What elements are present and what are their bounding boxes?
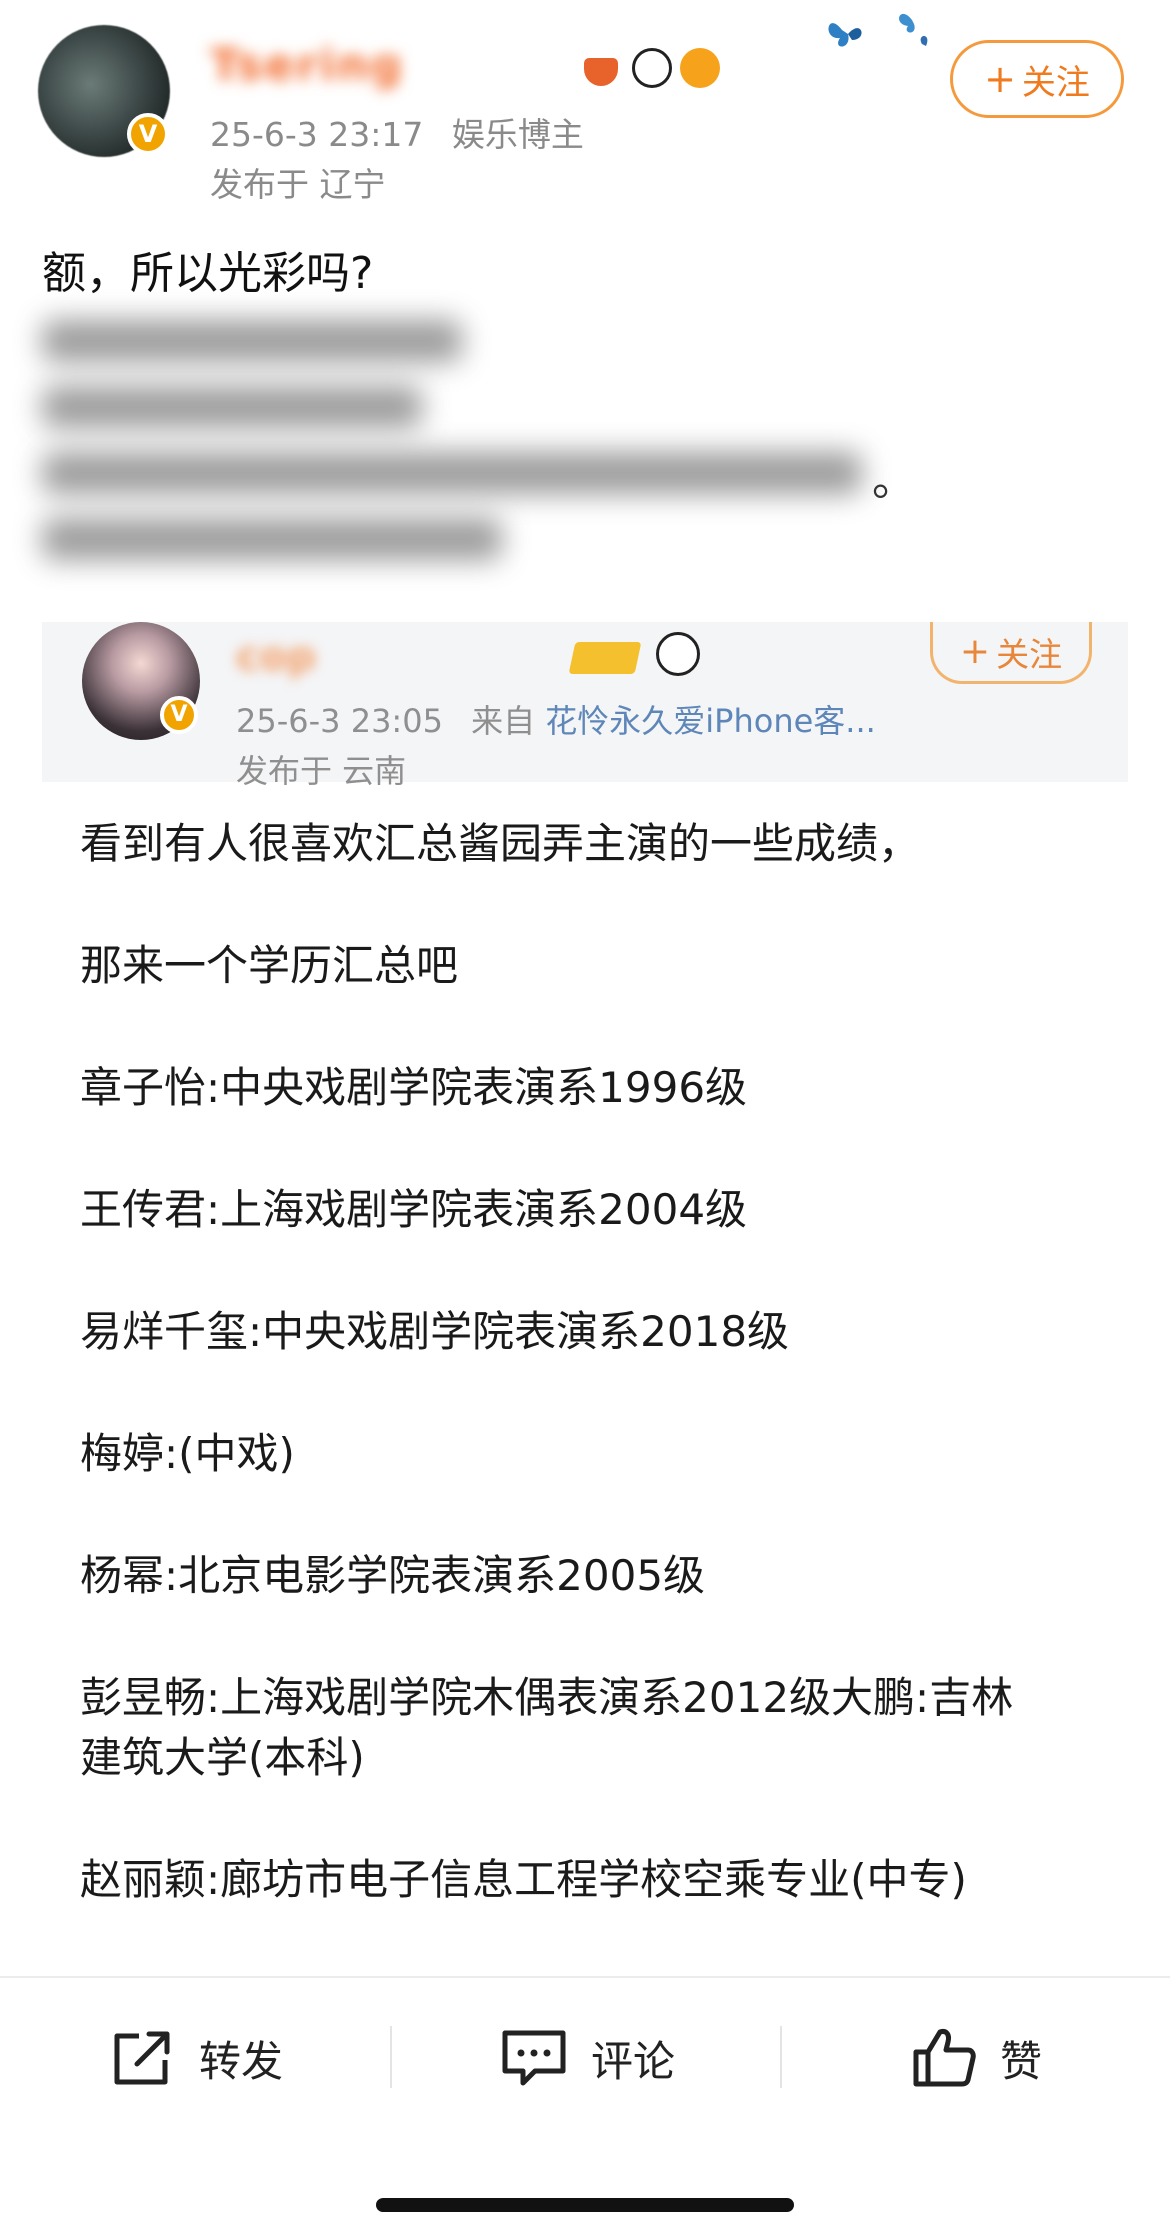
verified-badge-icon: V [160,696,198,734]
quoted-line: 王传君:上海戏剧学院表演系2004级 [80,1185,748,1234]
quoted-line: 彭昱畅:上海戏剧学院木偶表演系2012级大鹏:吉林 [80,1673,1014,1722]
panda-icon [632,48,672,88]
quoted-follow-button: + 关注 [930,622,1092,684]
comment-icon [502,2030,566,2086]
quoted-location: 发布于 云南 [236,752,407,790]
repost-label: 转发 [198,2036,283,2086]
comment-button[interactable]: 评论 [392,1978,782,2138]
panda-icon [656,632,700,676]
redacted-text-line [42,518,502,560]
redacted-text-line [42,320,462,362]
post-timestamp: 25-6-3 23:17 [210,115,424,154]
redacted-text-line [42,386,422,428]
follow-button[interactable]: + 关注 [950,40,1124,118]
redacted-text-line [42,452,862,494]
pufferfish-icon [680,48,720,88]
author-username[interactable]: Tsering [210,40,404,91]
home-indicator[interactable] [376,2198,794,2212]
comment-label: 评论 [590,2036,675,2086]
fire-icon [584,58,618,86]
quoted-line: 那来一个学历汇总吧 [80,941,459,990]
quoted-from-prefix: 来自 [471,702,536,740]
plus-icon: + [959,631,991,672]
author-category: 娱乐博主 [451,115,584,154]
butterfly-icon [828,13,928,47]
post-meta: 25-6-3 23:17 娱乐博主 [210,108,584,156]
quoted-line: 易烊千玺:中央戏剧学院表演系2018级 [80,1307,790,1356]
quoted-line: 杨幂:北京电影学院表演系2005级 [80,1551,706,1600]
like-label: 赞 [999,2036,1042,2086]
verified-badge-icon: V [127,113,169,155]
quoted-line: 看到有人很喜欢汇总酱园弄主演的一些成绩， [80,819,921,868]
quoted-line: 章子怡:中央戏剧学院表演系1996级 [80,1063,748,1112]
quoted-follow-label: 关注 [996,634,1063,674]
repost-button[interactable]: 转发 [0,1978,392,2138]
post-body: 额，所以光彩吗? [42,240,1132,308]
plus-icon: + [984,57,1016,101]
quoted-username: cop [236,634,316,680]
repost-icon [114,2031,170,2085]
post-location: 发布于 辽宁 [210,165,386,204]
quoted-line: 赵丽颖:廊坊市电子信息工程学校空乘专业(中专) [80,1855,967,1904]
post-trailing-punctuation: 。 [872,455,916,506]
quoted-meta: 25-6-3 23:05 来自 花怜永久爱iPhone客... [236,696,876,742]
quoted-line: 梅婷:(中戏) [80,1429,295,1478]
like-button[interactable]: 赞 [782,1978,1170,2138]
post-first-line: 额，所以光彩吗? [42,248,374,299]
quoted-timestamp: 25-6-3 23:05 [236,702,443,740]
quoted-line: 建筑大学(本科) [80,1733,365,1782]
follow-label: 关注 [1021,62,1090,103]
level-badge-icon [568,642,642,674]
like-icon [913,2029,976,2087]
action-bar: 转发 评论 赞 [0,1978,1170,2138]
quoted-source-link: 花怜永久爱iPhone客... [545,702,876,740]
